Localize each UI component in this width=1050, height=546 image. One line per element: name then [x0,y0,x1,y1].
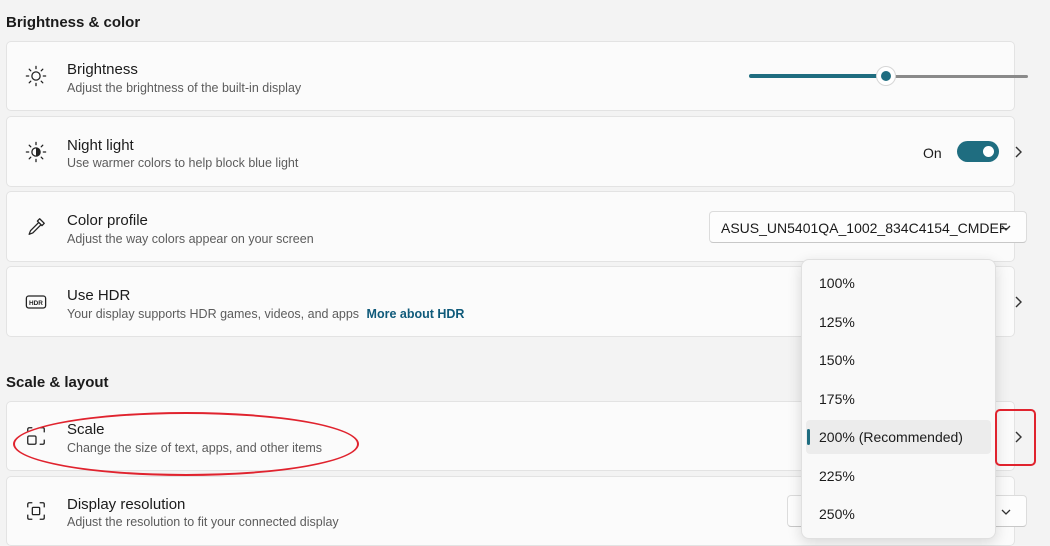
hdr-desc: Your display supports HDR games, videos,… [67,307,464,321]
chevron-right-icon[interactable] [1013,295,1025,309]
display-resolution-title: Display resolution [67,496,186,513]
hdr-desc-text: Your display supports HDR games, videos,… [67,307,360,321]
scale-option[interactable]: 225% [806,459,991,493]
night-light-desc: Use warmer colors to help block blue lig… [67,156,299,170]
svg-text:HDR: HDR [29,299,43,306]
scale-option[interactable]: 250% [806,497,991,531]
scale-option[interactable]: 150% [806,343,991,377]
chevron-down-icon [1001,225,1011,231]
resolution-icon [27,502,45,520]
hdr-title: Use HDR [67,287,131,304]
brightness-desc: Adjust the brightness of the built-in di… [67,81,302,95]
brightness-title: Brightness [67,61,138,78]
section-title-brightness-color: Brightness & color [6,14,141,31]
night-light-toggle[interactable] [957,141,999,162]
scale-option[interactable]: 125% [806,305,991,339]
color-profile-selected: ASUS_UN5401QA_1002_834C4154_CMDEF [721,220,1008,236]
section-title-scale-layout: Scale & layout [6,374,109,391]
display-resolution-desc: Adjust the resolution to fit your connec… [67,515,339,529]
brightness-slider-fill [749,74,882,78]
color-profile-desc: Adjust the way colors appear on your scr… [67,232,314,246]
brightness-slider-track [890,75,1028,78]
scale-option-selected[interactable]: 200% (Recommended) [806,420,991,454]
chevron-down-icon [1001,509,1011,515]
night-light-title: Night light [67,137,134,154]
brightness-card: Brightness Adjust the brightness of the … [6,41,1028,111]
brightness-slider[interactable] [749,64,1028,88]
scale-option[interactable]: 175% [806,382,991,416]
scale-option[interactable]: 100% [806,266,991,300]
color-profile-title: Color profile [67,212,148,229]
annotation-rectangle [995,409,1036,466]
hdr-icon: HDR [25,294,47,309]
more-about-hdr-link[interactable]: More about HDR [367,307,465,321]
color-profile-dropdown[interactable]: ASUS_UN5401QA_1002_834C4154_CMDEF [709,211,1027,243]
night-light-state-label: On [923,145,942,161]
color-profile-card: Color profile Adjust the way colors appe… [6,191,1027,262]
sun-icon [25,65,47,87]
chevron-right-icon[interactable] [1013,145,1025,159]
brightness-slider-thumb[interactable] [876,66,896,86]
night-light-card[interactable]: Night light Use warmer colors to help bl… [6,116,1022,187]
eyedropper-icon [28,217,45,235]
annotation-ellipse [13,412,359,476]
scale-options-menu: 100% 125% 150% 175% 200% (Recommended) 2… [801,259,996,539]
night-light-icon [25,141,47,162]
